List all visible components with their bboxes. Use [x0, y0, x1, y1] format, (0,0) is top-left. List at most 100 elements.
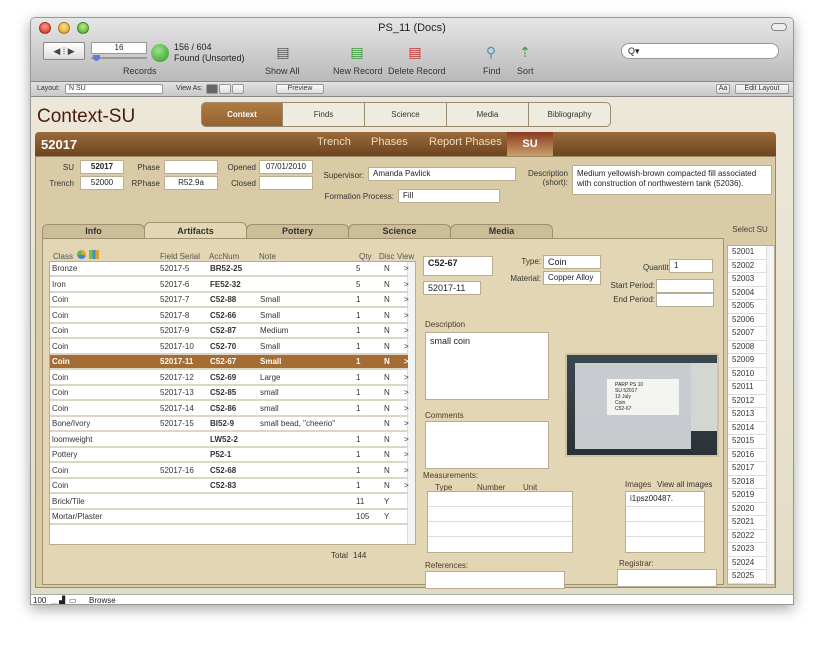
- su-list-item[interactable]: 52002: [728, 260, 766, 273]
- su-list-item[interactable]: 52023: [728, 543, 766, 557]
- artifact-row[interactable]: Coin 52017-13 C52-85 small 1 N >: [50, 386, 409, 401]
- find-magnifier-icon[interactable]: ⚲: [483, 44, 499, 60]
- artifact-row[interactable]: Iron 52017-6 FE52-32 5 N >: [50, 278, 409, 293]
- show-all-button[interactable]: Show All: [265, 66, 300, 76]
- artifact-row[interactable]: Coin 52017-9 C52-87 Medium 1 N >: [50, 324, 409, 339]
- subtab-report-phases[interactable]: Report Phases: [429, 136, 502, 148]
- new-record-button[interactable]: New Record: [333, 66, 383, 76]
- su-list-item[interactable]: 52016: [728, 449, 766, 462]
- type-field[interactable]: Coin: [543, 255, 601, 269]
- artifact-view-button[interactable]: >: [404, 309, 409, 322]
- measurement-row[interactable]: [428, 522, 572, 537]
- tab-finds[interactable]: Finds: [283, 102, 365, 127]
- artifact-row[interactable]: loomweight LW52-2 1 N >: [50, 433, 409, 448]
- images-list[interactable]: i1psz00487.: [625, 491, 705, 553]
- image-file-item[interactable]: i1psz00487.: [626, 492, 704, 507]
- su-list-item[interactable]: 52003: [728, 273, 766, 287]
- detail-accnum-field[interactable]: C52-67: [423, 256, 493, 276]
- delete-record-button[interactable]: Delete Record: [388, 66, 446, 76]
- view-as-table-button[interactable]: [232, 84, 244, 94]
- formatting-bar-button[interactable]: Aa: [716, 84, 730, 94]
- phase-field[interactable]: [164, 160, 218, 174]
- artifact-row[interactable]: Coin 52017-7 C52-88 Small 1 N >: [50, 293, 409, 308]
- sort-icon[interactable]: ⇡: [517, 44, 533, 60]
- su-list-item[interactable]: 52018: [728, 476, 766, 489]
- find-button[interactable]: Find: [483, 66, 501, 76]
- artifact-view-button[interactable]: >: [404, 402, 409, 415]
- edit-layout-button[interactable]: Edit Layout: [735, 84, 789, 94]
- su-list-scrollbar[interactable]: [766, 246, 774, 584]
- artifact-row[interactable]: Mortar/Plaster 105 Y: [50, 510, 408, 525]
- su-list-item[interactable]: 52008: [728, 341, 766, 354]
- record-slider-knob[interactable]: [93, 55, 100, 61]
- artifact-view-button[interactable]: >: [404, 448, 409, 461]
- preview-button[interactable]: Preview: [276, 84, 324, 94]
- su-list-item[interactable]: 52024: [728, 557, 766, 570]
- zoom-out-icon[interactable]: ▁: [51, 595, 57, 604]
- inner-tab-science[interactable]: Science: [348, 224, 451, 238]
- closed-field[interactable]: [259, 176, 313, 190]
- rphase-field[interactable]: R52.9a: [164, 176, 218, 190]
- tab-context[interactable]: Context: [201, 102, 283, 127]
- view-as-form-button[interactable]: [206, 84, 218, 94]
- mode-indicator[interactable]: Browse: [89, 595, 116, 604]
- bar-chart-icon[interactable]: [89, 250, 99, 259]
- su-list-item[interactable]: 52011: [728, 381, 766, 395]
- record-navigator-book[interactable]: ◀ ⁞ ▶: [43, 42, 85, 60]
- record-number-input[interactable]: 16: [91, 42, 147, 54]
- references-field[interactable]: [425, 571, 565, 589]
- artifact-row[interactable]: Brick/Tile 11 Y: [50, 495, 408, 510]
- artifact-view-button[interactable]: >: [404, 417, 409, 430]
- start-period-field[interactable]: [656, 279, 714, 293]
- new-record-icon[interactable]: ▤: [349, 44, 365, 60]
- inner-tab-pottery[interactable]: Pottery: [246, 224, 349, 238]
- su-list-item[interactable]: 52017: [728, 462, 766, 476]
- subtab-su[interactable]: SU: [507, 132, 553, 156]
- su-list-item[interactable]: 52007: [728, 327, 766, 341]
- zoom-in-icon[interactable]: ▟: [59, 595, 65, 604]
- toolbar-toggle-button[interactable]: [771, 23, 787, 31]
- material-field[interactable]: Copper Alloy: [543, 271, 601, 285]
- opened-field[interactable]: 07/01/2010: [259, 160, 313, 174]
- su-list-item[interactable]: 52022: [728, 530, 766, 543]
- su-list-item[interactable]: 52014: [728, 422, 766, 435]
- artifact-view-button[interactable]: >: [404, 293, 409, 306]
- artifact-view-button[interactable]: >: [404, 262, 409, 275]
- artifact-row[interactable]: Bronze 52017-5 BR52-25 5 N >: [50, 262, 409, 277]
- quantity-field[interactable]: 1: [669, 259, 713, 273]
- tab-science[interactable]: Science: [365, 102, 447, 127]
- artifact-row[interactable]: Coin 52017-11 C52-67 Small 1 N >: [50, 355, 409, 370]
- end-period-field[interactable]: [656, 293, 714, 307]
- inner-tab-artifacts[interactable]: Artifacts: [144, 222, 247, 238]
- registrar-field[interactable]: [617, 569, 717, 587]
- artifact-row[interactable]: Bone/Ivory 52017-15 BI52-9 small bead, "che…: [50, 417, 409, 432]
- artifact-view-button[interactable]: >: [404, 433, 409, 446]
- artifact-view-button[interactable]: >: [404, 324, 409, 337]
- comments-field[interactable]: [425, 421, 549, 469]
- description-short-field[interactable]: Medium yellowish-brown compacted fill as…: [572, 165, 772, 195]
- delete-record-icon[interactable]: ▤: [407, 44, 423, 60]
- su-list-item[interactable]: 52009: [728, 354, 766, 368]
- tab-media[interactable]: Media: [447, 102, 529, 127]
- measurements-table[interactable]: [427, 491, 573, 553]
- view-as-list-button[interactable]: [219, 84, 231, 94]
- artifact-row[interactable]: Pottery P52-1 1 N >: [50, 448, 409, 463]
- subtab-trench[interactable]: Trench: [317, 136, 351, 148]
- pie-chart-icon[interactable]: [77, 250, 86, 259]
- su-list-item[interactable]: 52021: [728, 516, 766, 530]
- su-list-item[interactable]: 52006: [728, 314, 766, 327]
- artifact-row[interactable]: Coin C52-83 1 N >: [50, 479, 409, 494]
- artifact-row[interactable]: Coin 52017-8 C52-66 Small 1 N >: [50, 309, 409, 324]
- sort-button[interactable]: Sort: [517, 66, 534, 76]
- artifact-row[interactable]: Coin 52017-16 C52-68 1 N >: [50, 464, 409, 479]
- detail-serial-field[interactable]: 52017-11: [423, 281, 481, 295]
- layout-select[interactable]: N SU: [65, 84, 163, 94]
- su-list-item[interactable]: 52015: [728, 435, 766, 449]
- su-list-item[interactable]: 52013: [728, 408, 766, 422]
- supervisor-field[interactable]: Amanda Pavlick: [368, 167, 516, 181]
- artifact-row[interactable]: Coin 52017-10 C52-70 Small 1 N >: [50, 340, 409, 355]
- artifact-row[interactable]: Coin 52017-14 C52-86 small 1 N >: [50, 402, 409, 417]
- artifact-view-button[interactable]: >: [404, 464, 409, 477]
- artifact-view-button[interactable]: >: [404, 386, 409, 399]
- artifact-view-button[interactable]: >: [404, 479, 409, 492]
